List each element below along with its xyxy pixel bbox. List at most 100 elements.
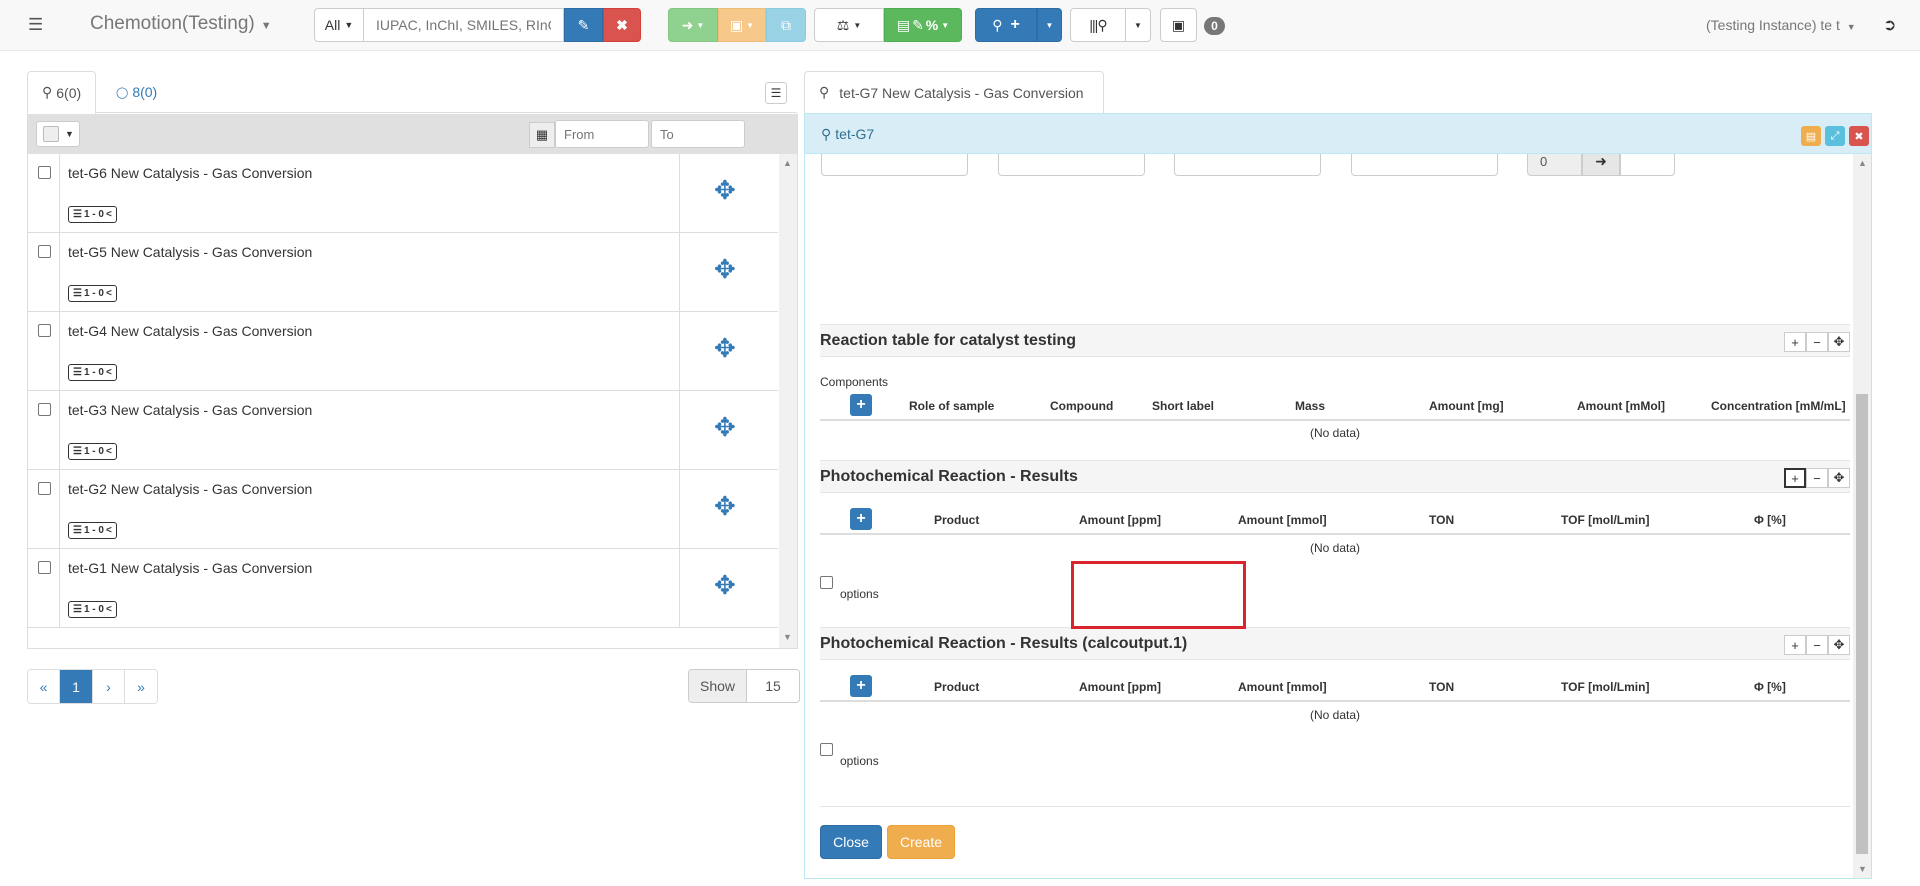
chevron-down-icon: ▼ xyxy=(853,20,862,30)
hamburger-menu-icon[interactable]: ☰ xyxy=(28,16,48,34)
close-panel-button[interactable]: ✖ xyxy=(1849,126,1869,146)
calendar-icon[interactable]: ▦ xyxy=(529,122,555,148)
barcode-scan-button[interactable]: |||⚲ xyxy=(1070,8,1126,42)
analyses-badge[interactable]: ☰ 1 - 0 < xyxy=(68,206,117,223)
apply-arrow-button[interactable]: ➜ xyxy=(1582,154,1620,176)
date-to-input[interactable] xyxy=(651,120,745,148)
page-size-input[interactable]: 15 xyxy=(747,670,799,702)
list-item[interactable]: tet-G4 New Catalysis - Gas Conversion ☰ 1… xyxy=(28,312,778,391)
detail-scrollbar[interactable]: ▲ ▼ xyxy=(1853,154,1871,878)
list-item[interactable]: tet-G3 New Catalysis - Gas Conversion ☰ 1… xyxy=(28,391,778,470)
move-section-button[interactable]: ✥ xyxy=(1828,635,1850,655)
move-section-button[interactable]: ✥ xyxy=(1828,332,1850,352)
analyses-badge[interactable]: ☰ 1 - 0 < xyxy=(68,285,117,302)
row-title[interactable]: tet-G2 New Catalysis - Gas Conversion xyxy=(68,481,312,497)
number-target-input[interactable] xyxy=(1620,154,1675,176)
property-input[interactable] xyxy=(1351,154,1498,176)
analyses-badge[interactable]: ☰ 1 - 0 < xyxy=(68,601,117,618)
brand-dropdown[interactable]: Chemotion(Testing) ▼ xyxy=(90,13,272,35)
property-input[interactable] xyxy=(821,154,968,176)
drag-move-icon[interactable]: ✥ xyxy=(714,335,736,361)
select-all-dropdown[interactable]: ▼ xyxy=(36,121,80,147)
row-title[interactable]: tet-G1 New Catalysis - Gas Conversion xyxy=(68,560,312,576)
row-title[interactable]: tet-G5 New Catalysis - Gas Conversion xyxy=(68,244,312,260)
list-item[interactable]: tet-G2 New Catalysis - Gas Conversion ☰ 1… xyxy=(28,470,778,549)
row-checkbox[interactable] xyxy=(38,324,51,337)
remove-row-button[interactable]: − xyxy=(1806,468,1828,488)
options-checkbox[interactable] xyxy=(820,743,833,756)
search-scope-dropdown[interactable]: All ▼ xyxy=(314,8,364,42)
structure-editor-button[interactable]: ✎ xyxy=(564,8,603,42)
drag-move-icon[interactable]: ✥ xyxy=(714,256,736,282)
drag-move-icon[interactable]: ✥ xyxy=(714,414,736,440)
scroll-down-icon[interactable]: ▼ xyxy=(1858,864,1867,874)
row-title[interactable]: tet-G3 New Catalysis - Gas Conversion xyxy=(68,402,312,418)
add-row-button[interactable]: + xyxy=(1784,468,1806,488)
inbox-count-badge: 0 xyxy=(1204,17,1225,35)
page-first-button[interactable]: « xyxy=(28,670,60,703)
remove-row-button[interactable]: − xyxy=(1806,635,1828,655)
share-button[interactable]: ⧉ xyxy=(766,8,806,42)
move-section-button[interactable]: ✥ xyxy=(1828,468,1850,488)
date-from-input[interactable] xyxy=(555,120,649,148)
list-item[interactable]: tet-G6 New Catalysis - Gas Conversion ☰ 1… xyxy=(28,154,778,233)
export-dropdown[interactable]: ⚖ ▼ xyxy=(814,8,884,42)
scroll-up-icon[interactable]: ▲ xyxy=(1858,158,1867,168)
close-button[interactable]: Close xyxy=(820,825,882,859)
page-last-button[interactable]: » xyxy=(125,670,157,703)
row-checkbox[interactable] xyxy=(38,403,51,416)
divider xyxy=(59,233,60,312)
tab-samples[interactable]: ⚲ 6(0) xyxy=(27,71,97,114)
row-checkbox[interactable] xyxy=(38,482,51,495)
add-row-button[interactable]: + xyxy=(1784,635,1806,655)
options-checkbox[interactable] xyxy=(820,576,833,589)
drag-move-icon[interactable]: ✥ xyxy=(714,572,736,598)
number-input[interactable]: 0 xyxy=(1527,154,1582,176)
row-checkbox[interactable] xyxy=(38,166,51,179)
remove-row-button[interactable]: − xyxy=(1806,332,1828,352)
filter-settings-button[interactable]: ☰ xyxy=(765,82,787,104)
add-result-button[interactable]: + xyxy=(850,675,872,697)
row-title[interactable]: tet-G4 New Catalysis - Gas Conversion xyxy=(68,323,312,339)
row-checkbox[interactable] xyxy=(38,245,51,258)
logout-icon[interactable]: ➲ xyxy=(1883,15,1896,35)
tab-reactions[interactable]: ◯ 8(0) xyxy=(102,71,171,113)
remove-button[interactable]: ▣ ▼ xyxy=(718,8,766,42)
save-button[interactable]: ▤ xyxy=(1801,126,1821,146)
detail-tab[interactable]: ⚲ tet-G7 New Catalysis - Gas Conversion xyxy=(804,71,1104,114)
drag-move-icon[interactable]: ✥ xyxy=(714,177,736,203)
list-scrollbar[interactable]: ▲ ▼ xyxy=(779,154,797,648)
property-input[interactable] xyxy=(998,154,1145,176)
analyses-badge[interactable]: ☰ 1 - 0 < xyxy=(68,522,117,539)
list-item[interactable]: tet-G1 New Catalysis - Gas Conversion ☰ 1… xyxy=(28,549,778,628)
expand-button[interactable]: ⤢ xyxy=(1825,126,1845,146)
page-next-button[interactable]: › xyxy=(93,670,125,703)
row-title[interactable]: tet-G6 New Catalysis - Gas Conversion xyxy=(68,165,312,181)
list-item[interactable]: tet-G5 New Catalysis - Gas Conversion ☰ 1… xyxy=(28,233,778,312)
add-result-button[interactable]: + xyxy=(850,508,872,530)
create-button[interactable]: Create xyxy=(887,825,955,859)
search-input[interactable] xyxy=(364,8,564,42)
create-dropdown-toggle[interactable]: ▼ xyxy=(1037,8,1062,42)
page-current-button[interactable]: 1 xyxy=(60,670,93,703)
add-row-button[interactable]: + xyxy=(1784,332,1806,352)
create-element-button[interactable]: ⚲ + xyxy=(975,8,1037,42)
select-all-checkbox[interactable] xyxy=(43,126,59,142)
property-input[interactable] xyxy=(1174,154,1321,176)
drag-move-icon[interactable]: ✥ xyxy=(714,493,736,519)
add-component-button[interactable]: + xyxy=(850,394,872,416)
column-header: Mass xyxy=(1295,399,1326,413)
clear-search-button[interactable]: ✖ xyxy=(603,8,641,42)
report-dropdown[interactable]: ▤ ✎% ▼ xyxy=(884,8,962,42)
user-menu-dropdown[interactable]: (Testing Instance) te t ▼ xyxy=(1706,17,1856,33)
scrollbar-thumb[interactable] xyxy=(1856,394,1868,854)
analyses-badge[interactable]: ☰ 1 - 0 < xyxy=(68,364,117,381)
move-button[interactable]: ➜ ▼ xyxy=(668,8,718,42)
inbox-button[interactable]: ▣ xyxy=(1160,8,1197,42)
column-header: TOF [mol/Lmin] xyxy=(1561,513,1650,527)
scroll-down-icon[interactable]: ▼ xyxy=(783,632,792,642)
row-checkbox[interactable] xyxy=(38,561,51,574)
scan-dropdown-toggle[interactable]: ▼ xyxy=(1126,8,1151,42)
analyses-badge[interactable]: ☰ 1 - 0 < xyxy=(68,443,117,460)
scroll-up-icon[interactable]: ▲ xyxy=(783,158,792,168)
